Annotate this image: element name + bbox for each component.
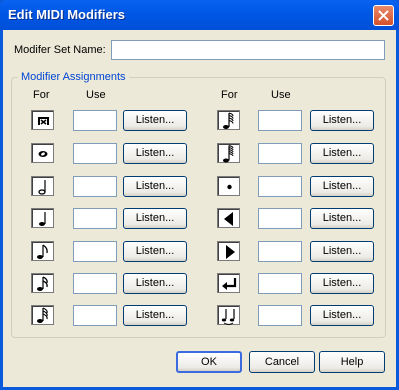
for-column-header-left: For bbox=[33, 89, 50, 101]
half-note-use-input[interactable] bbox=[73, 176, 117, 197]
drum-beam-use-input[interactable] bbox=[73, 110, 117, 131]
close-icon bbox=[378, 10, 389, 21]
modifier-set-name-input[interactable] bbox=[111, 40, 385, 60]
left-arrow-icon bbox=[217, 208, 240, 228]
one-twenty-eighth-note-listen-button[interactable]: Listen... bbox=[310, 143, 374, 164]
quarter-note-icon bbox=[31, 208, 54, 228]
modifier-assignments-label: Modifier Assignments bbox=[18, 71, 129, 83]
cancel-button[interactable]: Cancel bbox=[249, 351, 315, 373]
quarter-note-use-input[interactable] bbox=[73, 208, 117, 229]
sixteenth-note-use-input[interactable] bbox=[73, 273, 117, 294]
quarter-note-listen-button[interactable]: Listen... bbox=[123, 208, 187, 229]
sixteenth-note-icon bbox=[31, 273, 54, 293]
whole-note-listen-button[interactable]: Listen... bbox=[123, 143, 187, 164]
close-button[interactable] bbox=[373, 5, 394, 26]
whole-note-use-input[interactable] bbox=[73, 143, 117, 164]
left-arrow-use-input[interactable] bbox=[258, 208, 302, 229]
enter-listen-button[interactable]: Listen... bbox=[310, 273, 374, 294]
tie-icon bbox=[217, 305, 240, 325]
eighth-note-icon bbox=[31, 241, 54, 261]
for-column-header-right: For bbox=[221, 89, 238, 101]
left-arrow-listen-button[interactable]: Listen... bbox=[310, 208, 374, 229]
sixty-fourth-note-icon bbox=[217, 110, 240, 130]
right-arrow-use-input[interactable] bbox=[258, 241, 302, 262]
thirty-second-note-listen-button[interactable]: Listen... bbox=[123, 305, 187, 326]
dot-listen-button[interactable]: Listen... bbox=[310, 176, 374, 197]
use-column-header-left: Use bbox=[86, 89, 106, 101]
sixty-fourth-note-use-input[interactable] bbox=[258, 110, 302, 131]
right-arrow-listen-button[interactable]: Listen... bbox=[310, 241, 374, 262]
drum-beam-listen-button[interactable]: Listen... bbox=[123, 110, 187, 131]
ok-button[interactable]: OK bbox=[176, 351, 242, 373]
enter-use-input[interactable] bbox=[258, 273, 302, 294]
right-arrow-icon bbox=[217, 241, 240, 261]
enter-icon bbox=[217, 273, 240, 293]
help-button[interactable]: Help bbox=[319, 351, 385, 373]
title-bar[interactable]: Edit MIDI Modifiers bbox=[0, 0, 399, 30]
dot-icon bbox=[217, 176, 240, 196]
modifier-set-name-label: Modifer Set Name: bbox=[14, 44, 106, 56]
one-twenty-eighth-note-icon bbox=[217, 143, 240, 163]
tie-listen-button[interactable]: Listen... bbox=[310, 305, 374, 326]
dialog-body: Modifer Set Name: Modifier Assignments F… bbox=[3, 30, 396, 387]
half-note-icon bbox=[31, 176, 54, 196]
dot-use-input[interactable] bbox=[258, 176, 302, 197]
use-column-header-right: Use bbox=[271, 89, 291, 101]
drum-beam-icon bbox=[31, 110, 54, 130]
whole-note-icon bbox=[31, 143, 54, 163]
thirty-second-note-use-input[interactable] bbox=[73, 305, 117, 326]
edit-midi-modifiers-dialog: Edit MIDI Modifiers Modifer Set Name: Mo… bbox=[0, 0, 399, 390]
half-note-listen-button[interactable]: Listen... bbox=[123, 176, 187, 197]
tie-use-input[interactable] bbox=[258, 305, 302, 326]
one-twenty-eighth-note-use-input[interactable] bbox=[258, 143, 302, 164]
sixteenth-note-listen-button[interactable]: Listen... bbox=[123, 273, 187, 294]
window-title: Edit MIDI Modifiers bbox=[8, 7, 125, 22]
eighth-note-listen-button[interactable]: Listen... bbox=[123, 241, 187, 262]
thirty-second-note-icon bbox=[31, 305, 54, 325]
sixty-fourth-note-listen-button[interactable]: Listen... bbox=[310, 110, 374, 131]
eighth-note-use-input[interactable] bbox=[73, 241, 117, 262]
